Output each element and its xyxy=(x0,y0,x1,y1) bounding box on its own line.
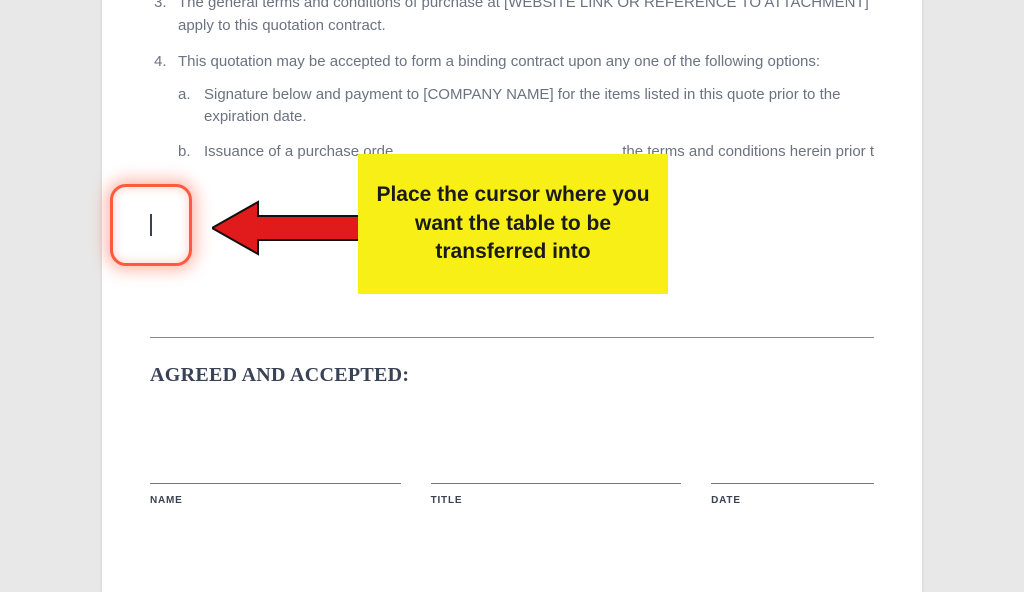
signature-line: DATE xyxy=(711,483,874,508)
sub-marker: b. xyxy=(178,141,204,164)
signature-label-title: TITLE xyxy=(431,495,463,506)
list-item-3: 3. The general terms and conditions of p… xyxy=(150,0,874,37)
sub-marker: a. xyxy=(178,84,204,129)
section-divider xyxy=(150,337,874,338)
document-page[interactable]: 3. The general terms and conditions of p… xyxy=(102,0,922,592)
callout-text: Place the cursor where you want the tabl… xyxy=(374,181,652,266)
signature-label-date: DATE xyxy=(711,495,741,506)
list-number: 4. xyxy=(150,51,178,175)
signature-title-col: TITLE xyxy=(431,483,682,508)
page-wrapper: 3. The general terms and conditions of p… xyxy=(102,0,922,576)
item4-intro: This quotation may be accepted to form a… xyxy=(178,53,820,70)
signature-row: NAME TITLE DATE xyxy=(150,483,874,508)
instruction-callout: Place the cursor where you want the tabl… xyxy=(358,154,668,294)
text-cursor-icon xyxy=(150,214,152,236)
signature-line: TITLE xyxy=(431,483,682,508)
agreed-heading: AGREED AND ACCEPTED: xyxy=(150,364,874,387)
signature-name-col: NAME xyxy=(150,483,401,508)
list-text: The general terms and conditions of purc… xyxy=(178,0,874,37)
red-arrow-icon xyxy=(212,198,372,258)
signature-date-col: DATE xyxy=(711,483,874,508)
sub-item-a: a. Signature below and payment to [COMPA… xyxy=(178,84,874,129)
signature-label-name: NAME xyxy=(150,495,183,506)
sub-text: Signature below and payment to [COMPANY … xyxy=(204,84,874,129)
list-number: 3. xyxy=(150,0,178,37)
sub-list: a. Signature below and payment to [COMPA… xyxy=(178,84,874,164)
signature-line: NAME xyxy=(150,483,401,508)
terms-list: 3. The general terms and conditions of p… xyxy=(150,0,874,175)
cursor-highlight-box xyxy=(110,184,192,266)
